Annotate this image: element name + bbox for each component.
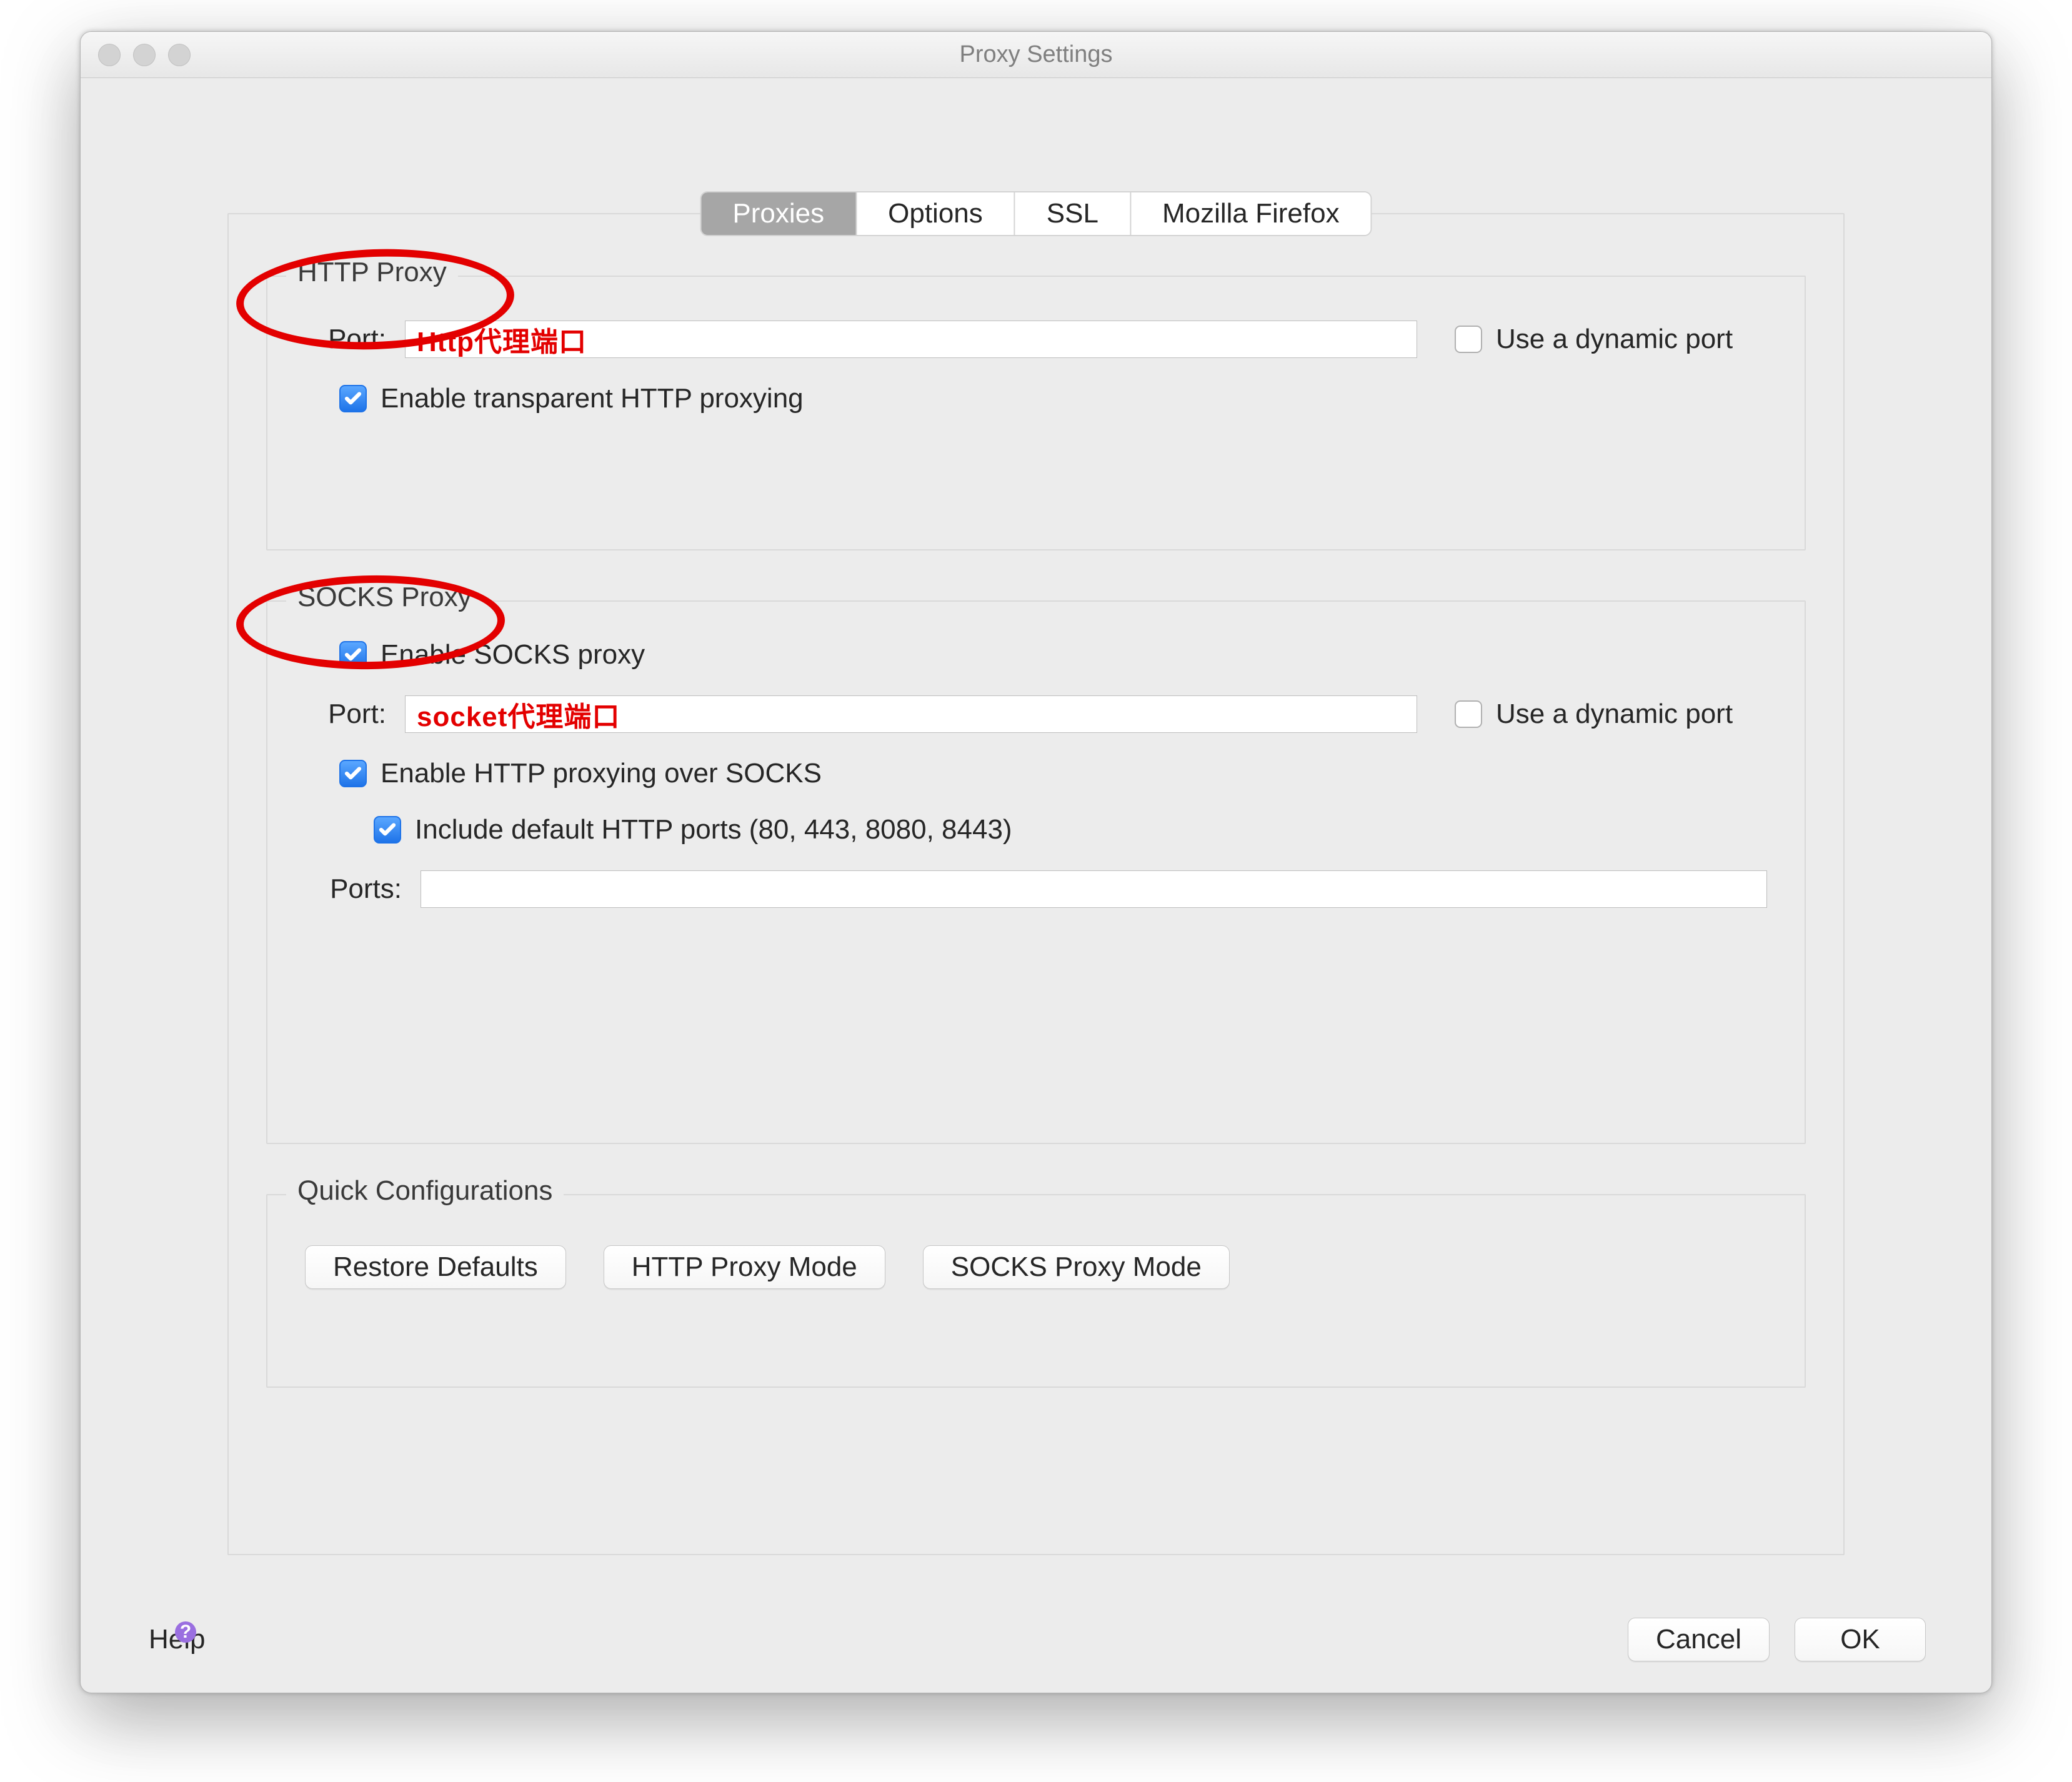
http-proxy-group: HTTP Proxy Port: Use a dynamic port Enab… [266,276,1806,550]
socks-enable-label: Enable SOCKS proxy [381,639,645,670]
socks-http-over-socks-checkbox[interactable] [339,760,367,787]
titlebar: Proxy Settings [81,32,1991,78]
socks-include-default-ports-label: Include default HTTP ports (80, 443, 808… [415,814,1012,845]
main-panel: Proxies Options SSL Mozilla Firefox HTTP… [227,213,1845,1555]
http-proxy-mode-button[interactable]: HTTP Proxy Mode [604,1245,885,1289]
socks-ports-input[interactable] [421,870,1767,908]
socks-include-default-ports-checkbox[interactable] [374,816,401,844]
http-port-input[interactable] [405,321,1417,358]
socks-http-over-socks-label: Enable HTTP proxying over SOCKS [381,758,822,789]
socks-proxy-group: SOCKS Proxy Enable SOCKS proxy Port: Use… [266,600,1806,1144]
http-port-label: Port: [305,324,386,355]
dialog-footer: Help ? Cancel OK [81,1618,1991,1661]
proxy-settings-window: Proxy Settings Proxies Options SSL Mozil… [80,31,1992,1693]
http-transparent-label: Enable transparent HTTP proxying [381,383,804,414]
quick-configurations-legend: Quick Configurations [286,1175,564,1207]
socks-dynamic-port-checkbox[interactable] [1455,700,1482,728]
ok-button[interactable]: OK [1795,1618,1926,1661]
socks-port-label: Port: [305,699,386,730]
socks-port-input[interactable] [405,695,1417,733]
socks-proxy-legend: SOCKS Proxy [286,582,483,613]
help-button[interactable]: Help ? [146,1624,208,1655]
tab-ssl[interactable]: SSL [1015,192,1131,235]
socks-enable-checkbox[interactable] [339,641,367,669]
settings-tabs: Proxies Options SSL Mozilla Firefox [700,191,1372,236]
http-dynamic-port-checkbox[interactable] [1455,326,1482,353]
quick-configurations-group: Quick Configurations Restore Defaults HT… [266,1194,1806,1388]
socks-ports-label: Ports: [302,874,402,905]
tab-options[interactable]: Options [857,192,1015,235]
restore-defaults-button[interactable]: Restore Defaults [305,1245,566,1289]
socks-dynamic-port-label: Use a dynamic port [1496,699,1733,730]
http-dynamic-port-label: Use a dynamic port [1496,324,1733,355]
socks-proxy-mode-button[interactable]: SOCKS Proxy Mode [923,1245,1230,1289]
http-transparent-checkbox[interactable] [339,385,367,412]
tab-mozilla-firefox[interactable]: Mozilla Firefox [1131,192,1371,235]
help-icon: ? [175,1621,196,1643]
cancel-button[interactable]: Cancel [1628,1618,1770,1661]
http-proxy-legend: HTTP Proxy [286,257,458,288]
tab-proxies[interactable]: Proxies [701,192,857,235]
window-title: Proxy Settings [81,41,1991,68]
